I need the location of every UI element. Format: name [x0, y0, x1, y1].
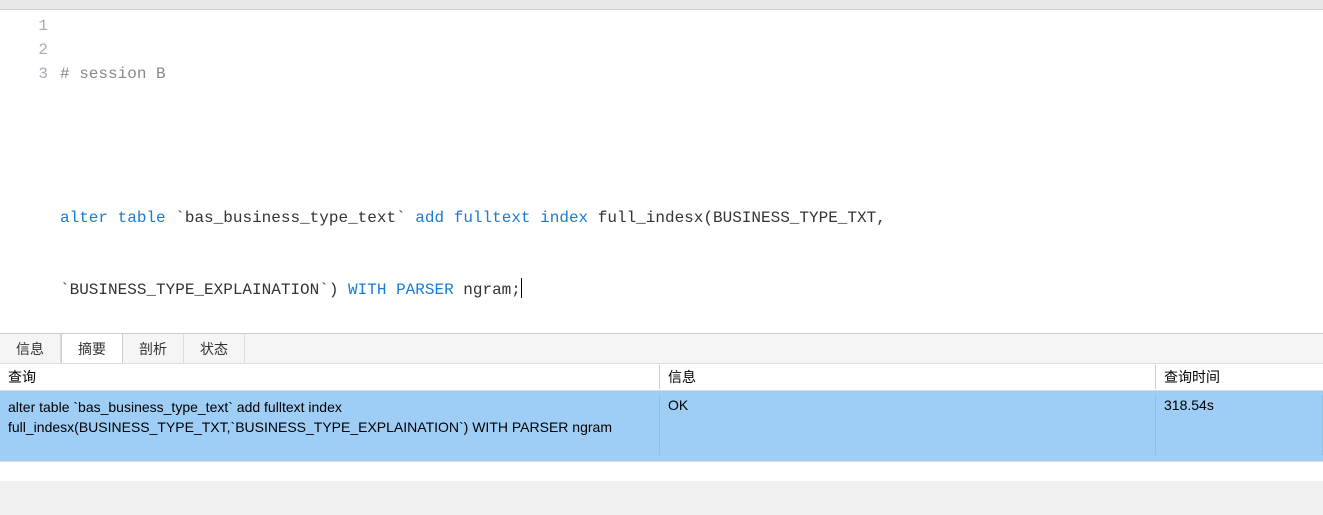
bottom-strip	[0, 461, 1323, 481]
cell-info: OK	[660, 395, 1156, 455]
line-number: 2	[0, 38, 48, 62]
keyword: PARSER	[396, 281, 454, 299]
code-text: ngram;	[454, 281, 521, 299]
tab-summary[interactable]: 摘要	[61, 333, 123, 363]
code-line[interactable]: `BUSINESS_TYPE_EXPLAINATION`) WITH PARSE…	[60, 278, 1323, 302]
tab-status[interactable]: 状态	[184, 334, 245, 363]
keyword: index	[540, 209, 588, 227]
keyword: add	[415, 209, 444, 227]
tab-info[interactable]: 信息	[0, 334, 61, 363]
results-row[interactable]: alter table `bas_business_type_text` add…	[0, 391, 1323, 461]
line-gutter: 1 2 3	[0, 14, 60, 333]
keyword: alter	[60, 209, 108, 227]
sql-editor[interactable]: 1 2 3 # session B alter table `bas_busin…	[0, 10, 1323, 333]
keyword: fulltext	[454, 209, 531, 227]
cell-query: alter table `bas_business_type_text` add…	[0, 395, 660, 455]
line-number: 1	[0, 14, 48, 38]
code-line[interactable]	[60, 134, 1323, 158]
code-line[interactable]: alter table `bas_business_type_text` add…	[60, 206, 1323, 230]
code-text: full_indesx(BUSINESS_TYPE_TXT,	[598, 209, 886, 227]
header-time[interactable]: 查询时间	[1156, 365, 1323, 389]
comment-text: # session B	[60, 65, 166, 83]
code-text: `BUSINESS_TYPE_EXPLAINATION`)	[60, 281, 348, 299]
code-line[interactable]: # session B	[60, 62, 1323, 86]
line-number: 3	[0, 62, 48, 86]
header-info[interactable]: 信息	[660, 365, 1156, 389]
header-query[interactable]: 查询	[0, 365, 660, 389]
identifier: `bas_business_type_text`	[175, 209, 405, 227]
results-header-row: 查询 信息 查询时间	[0, 363, 1323, 391]
keyword: WITH	[348, 281, 386, 299]
cell-time: 318.54s	[1156, 395, 1323, 455]
text-cursor	[521, 278, 522, 298]
keyword: table	[118, 209, 166, 227]
code-lines[interactable]: # session B alter table `bas_business_ty…	[60, 14, 1323, 333]
tab-profiling[interactable]: 剖析	[123, 334, 184, 363]
toolbar-fragment	[0, 0, 1323, 10]
